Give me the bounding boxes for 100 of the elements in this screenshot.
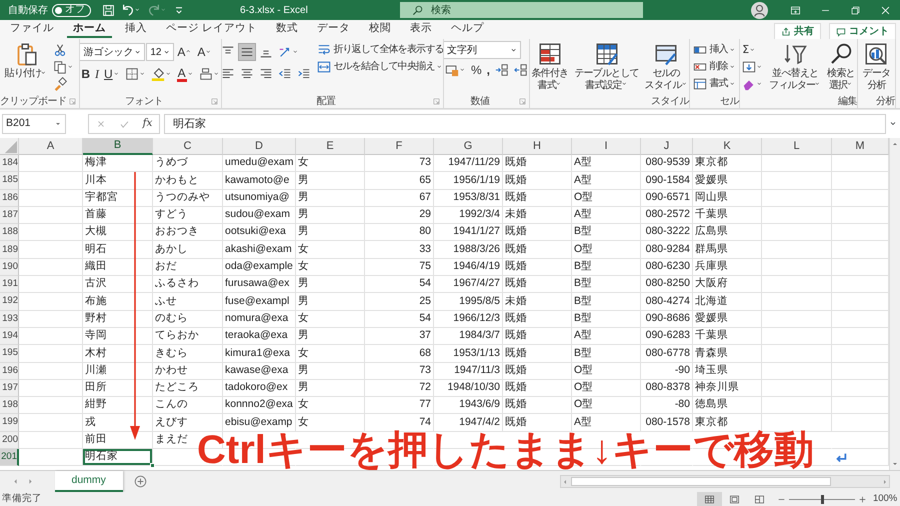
table-cell[interactable]: 千葉県 <box>693 328 762 346</box>
menu-tab[interactable]: ファイル <box>4 21 60 38</box>
table-cell[interactable]: 女 <box>296 345 365 363</box>
row-header[interactable]: 197 <box>0 380 19 398</box>
table-cell[interactable]: ふるさわ <box>153 276 223 294</box>
table-cell[interactable] <box>762 172 832 190</box>
table-cell[interactable]: 田所 <box>83 380 153 398</box>
toolbar-button[interactable]: A <box>195 43 214 61</box>
dialog-launcher-icon[interactable] <box>69 98 76 104</box>
column-header[interactable]: J <box>641 138 693 155</box>
ribbon-button[interactable]: 挿入 <box>691 41 738 58</box>
ribbon-button[interactable]: 貼り付け <box>2 41 50 80</box>
table-cell[interactable]: 女 <box>296 258 365 276</box>
row-header[interactable]: 190 <box>0 258 19 276</box>
insert-function-button[interactable]: fx <box>142 116 152 132</box>
table-cell[interactable]: 68 <box>365 345 434 363</box>
table-cell[interactable]: 1947/11/29 <box>434 155 503 172</box>
table-cell[interactable]: 紺野 <box>83 397 153 414</box>
table-cell[interactable]: 男 <box>296 190 365 207</box>
table-cell[interactable]: かわせ <box>153 362 223 380</box>
table-cell[interactable]: 1956/1/19 <box>434 172 503 190</box>
table-cell[interactable]: 織田 <box>83 258 153 276</box>
table-cell[interactable]: 既婚 <box>503 241 572 259</box>
table-cell[interactable]: 梅津 <box>83 155 153 172</box>
table-cell[interactable] <box>19 206 83 224</box>
table-cell[interactable]: 野村 <box>83 310 153 328</box>
table-cell[interactable]: 未婚 <box>503 293 572 311</box>
toolbar-button[interactable] <box>238 43 256 61</box>
table-cell[interactable]: 090-8686 <box>641 310 693 328</box>
column-header[interactable]: B <box>83 138 153 155</box>
column-header[interactable]: K <box>693 138 762 155</box>
table-cell[interactable] <box>762 258 832 276</box>
table-cell[interactable] <box>762 345 832 363</box>
table-cell[interactable]: 寺岡 <box>83 328 153 346</box>
table-cell[interactable] <box>762 293 832 311</box>
table-cell[interactable]: 090-6571 <box>641 190 693 207</box>
table-cell[interactable]: 73 <box>365 155 434 172</box>
table-cell[interactable]: 明石家 <box>83 449 153 466</box>
table-cell[interactable]: 080-1578 <box>641 414 693 432</box>
table-cell[interactable]: -80 <box>641 397 693 414</box>
row-header[interactable]: 200 <box>0 432 19 450</box>
table-cell[interactable] <box>19 310 83 328</box>
row-header[interactable]: 188 <box>0 224 19 242</box>
table-cell[interactable]: 75 <box>365 258 434 276</box>
row-header[interactable]: 195 <box>0 345 19 363</box>
table-cell[interactable]: 男 <box>296 276 365 294</box>
table-cell[interactable]: 古沢 <box>83 276 153 294</box>
table-cell[interactable]: 1988/3/26 <box>434 241 503 259</box>
table-cell[interactable]: 既婚 <box>503 345 572 363</box>
table-cell[interactable]: 1967/4/27 <box>434 276 503 294</box>
table-cell[interactable]: 大阪府 <box>693 276 762 294</box>
row-header[interactable]: 184 <box>0 155 19 172</box>
toolbar-button[interactable]: U <box>102 65 122 83</box>
column-header[interactable]: L <box>762 138 832 155</box>
table-cell[interactable]: 25 <box>365 293 434 311</box>
toolbar-button[interactable]: Σ <box>740 41 766 58</box>
table-cell[interactable]: tadokoro@ex <box>223 380 296 398</box>
table-cell[interactable]: 愛媛県 <box>693 310 762 328</box>
table-cell[interactable]: うつのみや <box>153 190 223 207</box>
table-cell[interactable]: 既婚 <box>503 258 572 276</box>
row-header[interactable]: 186 <box>0 190 19 207</box>
cancel-button[interactable] <box>96 119 106 129</box>
row-header[interactable]: 199 <box>0 414 19 432</box>
table-cell[interactable]: 男 <box>296 380 365 398</box>
table-cell[interactable] <box>19 449 83 466</box>
name-box[interactable]: B201 <box>2 114 66 134</box>
table-cell[interactable] <box>762 362 832 380</box>
toolbar-button[interactable]: , <box>484 61 492 79</box>
table-cell[interactable]: furusawa@ex <box>223 276 296 294</box>
table-cell[interactable]: 未婚 <box>503 206 572 224</box>
toolbar-button[interactable]: B <box>80 65 92 83</box>
caret-right-icon[interactable] <box>881 478 889 486</box>
table-cell[interactable]: nomura@exa <box>223 310 296 328</box>
table-cell[interactable]: umedu@exam <box>223 155 296 172</box>
table-cell[interactable]: 女 <box>296 397 365 414</box>
table-cell[interactable]: 1946/4/19 <box>434 258 503 276</box>
table-cell[interactable]: sudou@exam <box>223 206 296 224</box>
table-cell[interactable]: 1953/1/13 <box>434 345 503 363</box>
formula-field[interactable]: 明石家 <box>164 114 886 134</box>
table-cell[interactable]: 既婚 <box>503 172 572 190</box>
table-cell[interactable]: 宇都宮 <box>83 190 153 207</box>
row-header[interactable]: 191 <box>0 276 19 294</box>
table-cell[interactable]: 男 <box>296 224 365 242</box>
table-cell[interactable]: 54 <box>365 310 434 328</box>
table-cell[interactable]: 東京都 <box>693 155 762 172</box>
column-header[interactable]: I <box>572 138 641 155</box>
table-cell[interactable]: きむら <box>153 345 223 363</box>
table-cell[interactable]: ふせ <box>153 293 223 311</box>
table-cell[interactable] <box>762 397 832 414</box>
table-cell[interactable]: A型 <box>572 328 641 346</box>
table-cell[interactable]: 1941/1/27 <box>434 224 503 242</box>
view-button[interactable] <box>696 492 722 506</box>
column-header[interactable]: E <box>296 138 365 155</box>
table-cell[interactable]: 80 <box>365 224 434 242</box>
table-cell[interactable]: ootsuki@exa <box>223 224 296 242</box>
zoom-in-button[interactable] <box>858 494 868 504</box>
sheet-tab[interactable]: dummy <box>54 471 123 492</box>
table-cell[interactable] <box>762 414 832 432</box>
column-header[interactable]: G <box>434 138 503 155</box>
table-cell[interactable]: 既婚 <box>503 414 572 432</box>
